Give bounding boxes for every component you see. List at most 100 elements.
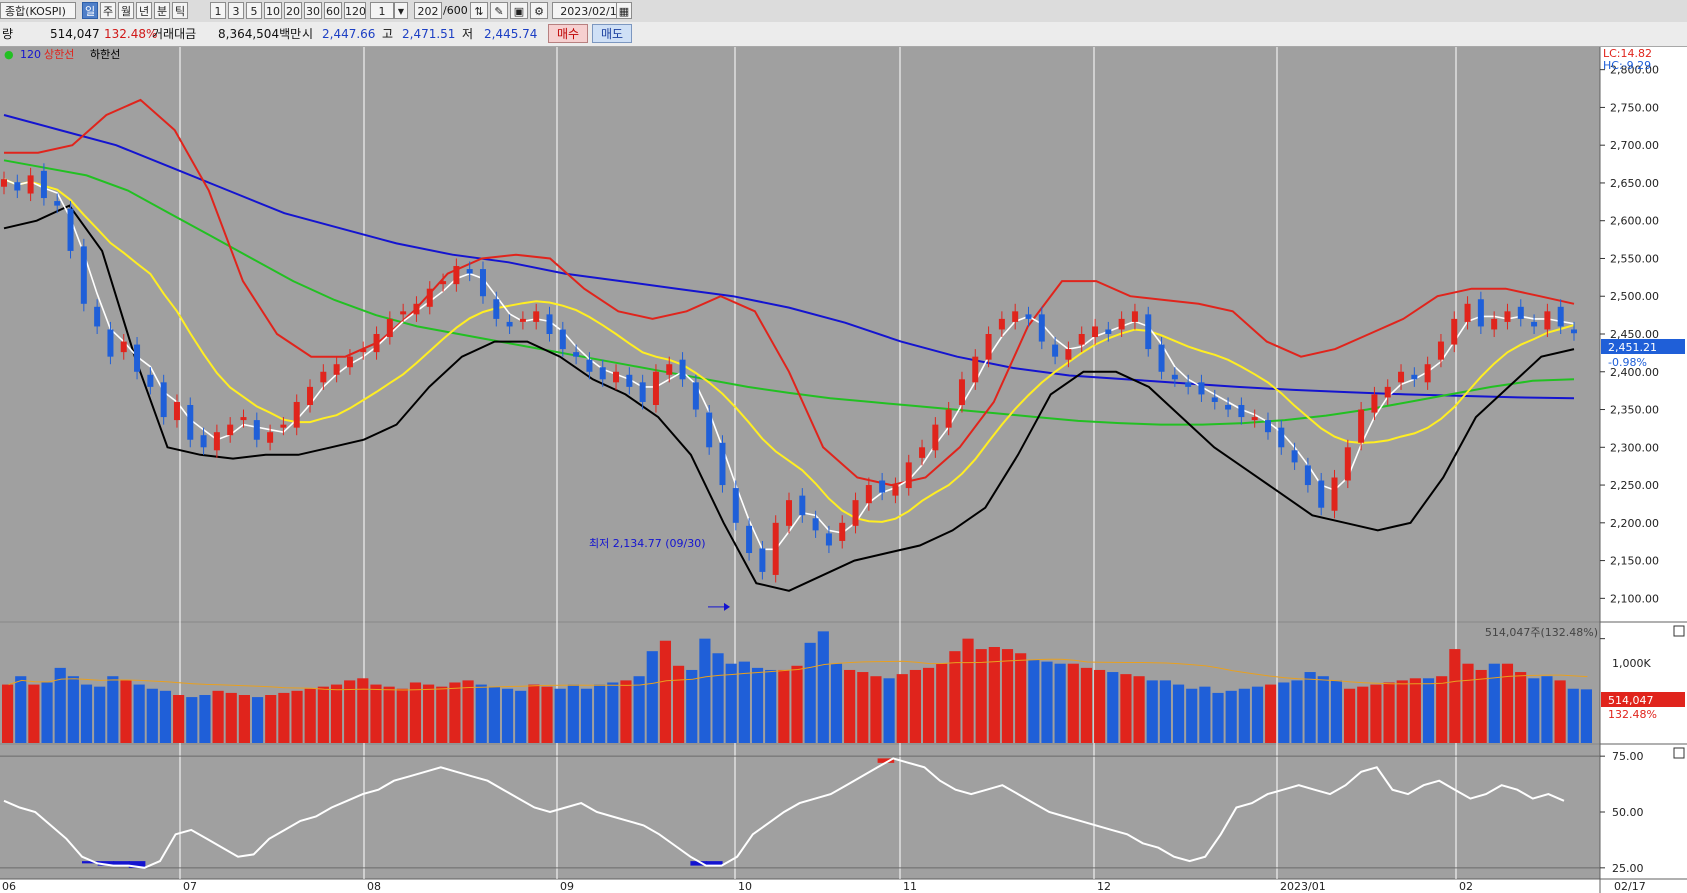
tab-month[interactable]: 월 xyxy=(118,2,134,19)
volume-bar xyxy=(159,690,172,743)
candle-body xyxy=(639,382,646,402)
candle-body xyxy=(120,341,127,353)
volume-bar xyxy=(817,631,829,743)
candle-body xyxy=(746,525,753,554)
y-tick-label: 25.00 xyxy=(1612,862,1644,875)
volume-bar xyxy=(291,690,303,743)
candle-body xyxy=(1171,374,1178,380)
panel-collapse-icon[interactable] xyxy=(1673,747,1685,759)
volume-bar xyxy=(1383,682,1395,743)
candle-body xyxy=(1065,349,1072,360)
volume-bar xyxy=(659,640,672,743)
interval-5[interactable]: 5 xyxy=(246,2,262,19)
candle-body xyxy=(613,371,620,383)
interval-120[interactable]: 120 xyxy=(344,2,366,19)
volume-bar xyxy=(80,684,93,743)
interval-60[interactable]: 60 xyxy=(324,2,342,19)
buy-button[interactable]: 매수 xyxy=(548,24,588,43)
candle-body xyxy=(692,382,699,410)
volume-bar xyxy=(212,690,224,743)
interval-10[interactable]: 10 xyxy=(264,2,282,19)
volume-bar xyxy=(317,686,329,743)
candle-body xyxy=(905,462,912,489)
candle-body xyxy=(1198,382,1205,395)
volume-bar xyxy=(1567,688,1579,743)
candle-body xyxy=(1504,311,1511,322)
candle-body xyxy=(519,318,526,322)
candle-body xyxy=(333,364,340,375)
candle-body xyxy=(134,344,141,372)
draw-tool-icon[interactable]: ✎ xyxy=(490,2,508,19)
candle-body xyxy=(1358,409,1365,443)
candle-body xyxy=(54,201,61,206)
y-tick-label: 2,650.00 xyxy=(1610,177,1659,190)
x-tick-label: 02 xyxy=(1459,880,1473,893)
volume-bar xyxy=(844,669,856,743)
high-value: 2,471.51 xyxy=(402,27,456,41)
interval-3[interactable]: 3 xyxy=(228,2,244,19)
volume-bar xyxy=(383,686,395,743)
interval-20[interactable]: 20 xyxy=(284,2,302,19)
gear-icon[interactable]: ⚙ xyxy=(530,2,548,19)
chevron-down-icon[interactable]: ▼ xyxy=(394,2,408,19)
volume-axis-label: 1,000K xyxy=(1612,657,1651,670)
symbol-field[interactable]: 종합(KOSPI) xyxy=(0,2,76,19)
count-field[interactable]: 202 xyxy=(414,2,442,19)
current-volume: 514,047 xyxy=(1608,694,1654,707)
volume-bar xyxy=(765,669,777,743)
open-value: 2,447.66 xyxy=(322,27,376,41)
volume-bar xyxy=(870,676,882,743)
candle-body xyxy=(187,404,194,440)
candle-body xyxy=(14,182,21,191)
candle-body xyxy=(1371,394,1378,413)
candle-body xyxy=(1092,326,1099,338)
x-tick-label: 2023/01 xyxy=(1280,880,1326,893)
candle-body xyxy=(107,329,114,357)
stock-chart[interactable]: 06 07 08 09 10 11 12 2023/01 02 02/172,800.002,75… xyxy=(0,47,1687,893)
y-tick-label: 75.00 xyxy=(1612,750,1644,763)
candle-body xyxy=(466,269,473,274)
volume-bar xyxy=(949,651,961,743)
volume-bar xyxy=(1146,680,1158,743)
volume-bar xyxy=(1041,661,1053,743)
candle-body xyxy=(1557,306,1564,327)
y-tick-label: 2,550.00 xyxy=(1610,252,1659,265)
volume-bar xyxy=(409,682,422,743)
candle-body xyxy=(479,269,486,297)
interval-30[interactable]: 30 xyxy=(304,2,322,19)
volume-bar xyxy=(607,682,619,743)
y-tick-label: 2,500.00 xyxy=(1610,290,1659,303)
panel-collapse-icon[interactable] xyxy=(1673,625,1685,637)
volume-bar xyxy=(238,695,250,743)
legend-upper-label: 상한선 xyxy=(44,48,74,61)
volume-bar xyxy=(646,651,658,743)
tab-year[interactable]: 년 xyxy=(136,2,152,19)
price-plot-bg xyxy=(0,47,1600,621)
candle-body xyxy=(506,321,513,327)
y-tick-label: 2,300.00 xyxy=(1610,441,1659,454)
volume-bar xyxy=(541,686,553,743)
interval-1[interactable]: 1 xyxy=(210,2,226,19)
bar-settings-icon[interactable]: ⇅ xyxy=(470,2,488,19)
volume-bar xyxy=(554,688,566,743)
multiplier-field[interactable]: 1 xyxy=(370,2,394,19)
volume-bar xyxy=(436,686,448,743)
calendar-icon[interactable]: ▦ xyxy=(616,2,632,19)
volume-bar xyxy=(1515,672,1527,743)
volume-bar xyxy=(1304,672,1316,743)
candle-body xyxy=(1571,329,1577,334)
candle-body xyxy=(998,318,1005,330)
candle-body xyxy=(253,420,260,440)
tab-minute[interactable]: 분 xyxy=(154,2,170,19)
candle-body xyxy=(1185,382,1192,387)
volume-bar xyxy=(304,688,316,743)
sell-button[interactable]: 매도 xyxy=(592,24,632,43)
save-icon[interactable]: ▣ xyxy=(510,2,528,19)
tab-day[interactable]: 일 xyxy=(82,2,98,19)
tab-tick[interactable]: 틱 xyxy=(172,2,188,19)
volume-bar xyxy=(1120,674,1132,743)
x-axis-area xyxy=(0,879,1600,893)
tab-week[interactable]: 주 xyxy=(100,2,116,19)
candle-body xyxy=(865,485,872,504)
candle-body xyxy=(825,533,832,546)
